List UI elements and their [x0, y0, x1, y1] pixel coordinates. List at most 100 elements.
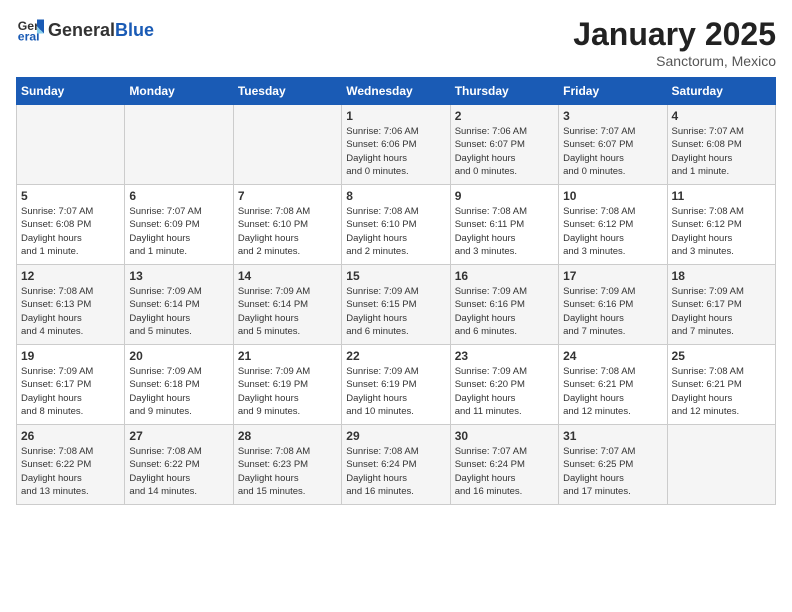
- calendar-week-2: 5Sunrise: 7:07 AMSunset: 6:08 PMDaylight…: [17, 185, 776, 265]
- day-info: Sunrise: 7:08 AMSunset: 6:21 PMDaylight …: [563, 365, 662, 418]
- day-info: Sunrise: 7:07 AMSunset: 6:07 PMDaylight …: [563, 125, 662, 178]
- calendar-cell: 2 Sunrise: 7:06 AMSunset: 6:07 PMDaylight…: [450, 105, 558, 185]
- calendar-cell: 3 Sunrise: 7:07 AMSunset: 6:07 PMDaylight…: [559, 105, 667, 185]
- calendar-cell: 26 Sunrise: 7:08 AMSunset: 6:22 PMDayligh…: [17, 425, 125, 505]
- day-info: Sunrise: 7:09 AMSunset: 6:16 PMDaylight …: [563, 285, 662, 338]
- day-number: 9: [455, 189, 554, 203]
- day-info: Sunrise: 7:08 AMSunset: 6:23 PMDaylight …: [238, 445, 337, 498]
- header-thursday: Thursday: [450, 78, 558, 105]
- day-info: Sunrise: 7:09 AMSunset: 6:17 PMDaylight …: [21, 365, 120, 418]
- calendar-week-1: 1Sunrise: 7:06 AMSunset: 6:06 PMDaylight…: [17, 105, 776, 185]
- calendar-cell: 16 Sunrise: 7:09 AMSunset: 6:16 PMDayligh…: [450, 265, 558, 345]
- calendar-week-3: 12 Sunrise: 7:08 AMSunset: 6:13 PMDayligh…: [17, 265, 776, 345]
- page-header: Gen eral GeneralBlue January 2025 Sancto…: [16, 16, 776, 69]
- calendar-title: January 2025: [573, 16, 776, 53]
- calendar-week-5: 26 Sunrise: 7:08 AMSunset: 6:22 PMDayligh…: [17, 425, 776, 505]
- day-number: 29: [346, 429, 445, 443]
- calendar-cell: 30Sunrise: 7:07 AMSunset: 6:24 PMDayligh…: [450, 425, 558, 505]
- day-info: Sunrise: 7:09 AMSunset: 6:17 PMDaylight …: [672, 285, 771, 338]
- day-number: 13: [129, 269, 228, 283]
- calendar-cell: 23 Sunrise: 7:09 AMSunset: 6:20 PMDayligh…: [450, 345, 558, 425]
- day-number: 4: [672, 109, 771, 123]
- day-number: 24: [563, 349, 662, 363]
- day-info: Sunrise: 7:09 AMSunset: 6:16 PMDaylight …: [455, 285, 554, 338]
- day-number: 25: [672, 349, 771, 363]
- day-info: Sunrise: 7:07 AMSunset: 6:09 PMDaylight …: [129, 205, 228, 258]
- day-number: 5: [21, 189, 120, 203]
- day-info: Sunrise: 7:09 AMSunset: 6:20 PMDaylight …: [455, 365, 554, 418]
- header-sunday: Sunday: [17, 78, 125, 105]
- calendar-cell: [233, 105, 341, 185]
- calendar-cell: 22 Sunrise: 7:09 AMSunset: 6:19 PMDayligh…: [342, 345, 450, 425]
- day-info: Sunrise: 7:08 AMSunset: 6:13 PMDaylight …: [21, 285, 120, 338]
- day-number: 17: [563, 269, 662, 283]
- day-number: 11: [672, 189, 771, 203]
- day-info: Sunrise: 7:09 AMSunset: 6:19 PMDaylight …: [346, 365, 445, 418]
- day-number: 18: [672, 269, 771, 283]
- header-friday: Friday: [559, 78, 667, 105]
- calendar-subtitle: Sanctorum, Mexico: [573, 53, 776, 69]
- day-number: 6: [129, 189, 228, 203]
- day-number: 15: [346, 269, 445, 283]
- day-number: 7: [238, 189, 337, 203]
- logo-text-blue: Blue: [115, 20, 154, 40]
- day-number: 16: [455, 269, 554, 283]
- day-number: 31: [563, 429, 662, 443]
- header-saturday: Saturday: [667, 78, 775, 105]
- day-number: 23: [455, 349, 554, 363]
- calendar-table: Sunday Monday Tuesday Wednesday Thursday…: [16, 77, 776, 505]
- day-info: Sunrise: 7:08 AMSunset: 6:22 PMDaylight …: [21, 445, 120, 498]
- calendar-cell: 21Sunrise: 7:09 AMSunset: 6:19 PMDayligh…: [233, 345, 341, 425]
- day-number: 26: [21, 429, 120, 443]
- calendar-cell: 28Sunrise: 7:08 AMSunset: 6:23 PMDayligh…: [233, 425, 341, 505]
- calendar-cell: 4 Sunrise: 7:07 AMSunset: 6:08 PMDaylight…: [667, 105, 775, 185]
- day-info: Sunrise: 7:08 AMSunset: 6:12 PMDaylight …: [672, 205, 771, 258]
- calendar-cell: 24 Sunrise: 7:08 AMSunset: 6:21 PMDayligh…: [559, 345, 667, 425]
- day-info: Sunrise: 7:08 AMSunset: 6:11 PMDaylight …: [455, 205, 554, 258]
- calendar-cell: 25Sunrise: 7:08 AMSunset: 6:21 PMDayligh…: [667, 345, 775, 425]
- day-info: Sunrise: 7:08 AMSunset: 6:22 PMDaylight …: [129, 445, 228, 498]
- day-number: 2: [455, 109, 554, 123]
- calendar-cell: 29Sunrise: 7:08 AMSunset: 6:24 PMDayligh…: [342, 425, 450, 505]
- title-block: January 2025 Sanctorum, Mexico: [573, 16, 776, 69]
- day-info: Sunrise: 7:09 AMSunset: 6:14 PMDaylight …: [238, 285, 337, 338]
- header-monday: Monday: [125, 78, 233, 105]
- day-number: 1: [346, 109, 445, 123]
- day-number: 14: [238, 269, 337, 283]
- day-number: 3: [563, 109, 662, 123]
- header-wednesday: Wednesday: [342, 78, 450, 105]
- calendar-cell: [667, 425, 775, 505]
- day-info: Sunrise: 7:08 AMSunset: 6:10 PMDaylight …: [238, 205, 337, 258]
- calendar-cell: 1Sunrise: 7:06 AMSunset: 6:06 PMDaylight…: [342, 105, 450, 185]
- calendar-cell: 31 Sunrise: 7:07 AMSunset: 6:25 PMDayligh…: [559, 425, 667, 505]
- calendar-cell: 8Sunrise: 7:08 AMSunset: 6:10 PMDaylight…: [342, 185, 450, 265]
- day-number: 10: [563, 189, 662, 203]
- day-info: Sunrise: 7:06 AMSunset: 6:07 PMDaylight …: [455, 125, 554, 178]
- day-info: Sunrise: 7:09 AMSunset: 6:19 PMDaylight …: [238, 365, 337, 418]
- day-info: Sunrise: 7:07 AMSunset: 6:08 PMDaylight …: [672, 125, 771, 178]
- day-info: Sunrise: 7:09 AMSunset: 6:18 PMDaylight …: [129, 365, 228, 418]
- calendar-cell: [125, 105, 233, 185]
- calendar-cell: 17 Sunrise: 7:09 AMSunset: 6:16 PMDayligh…: [559, 265, 667, 345]
- day-number: 22: [346, 349, 445, 363]
- day-info: Sunrise: 7:09 AMSunset: 6:14 PMDaylight …: [129, 285, 228, 338]
- day-info: Sunrise: 7:07 AMSunset: 6:24 PMDaylight …: [455, 445, 554, 498]
- calendar-cell: 13 Sunrise: 7:09 AMSunset: 6:14 PMDayligh…: [125, 265, 233, 345]
- calendar-cell: 27 Sunrise: 7:08 AMSunset: 6:22 PMDayligh…: [125, 425, 233, 505]
- day-info: Sunrise: 7:08 AMSunset: 6:12 PMDaylight …: [563, 205, 662, 258]
- calendar-week-4: 19Sunrise: 7:09 AMSunset: 6:17 PMDayligh…: [17, 345, 776, 425]
- day-info: Sunrise: 7:07 AMSunset: 6:25 PMDaylight …: [563, 445, 662, 498]
- header-tuesday: Tuesday: [233, 78, 341, 105]
- day-info: Sunrise: 7:09 AMSunset: 6:15 PMDaylight …: [346, 285, 445, 338]
- day-number: 27: [129, 429, 228, 443]
- logo-text-general: General: [48, 20, 115, 40]
- calendar-cell: 20Sunrise: 7:09 AMSunset: 6:18 PMDayligh…: [125, 345, 233, 425]
- days-header-row: Sunday Monday Tuesday Wednesday Thursday…: [17, 78, 776, 105]
- svg-text:eral: eral: [18, 30, 40, 44]
- calendar-cell: 11 Sunrise: 7:08 AMSunset: 6:12 PMDayligh…: [667, 185, 775, 265]
- calendar-cell: 14 Sunrise: 7:09 AMSunset: 6:14 PMDayligh…: [233, 265, 341, 345]
- calendar-cell: 5Sunrise: 7:07 AMSunset: 6:08 PMDaylight…: [17, 185, 125, 265]
- calendar-cell: 7 Sunrise: 7:08 AMSunset: 6:10 PMDaylight…: [233, 185, 341, 265]
- day-number: 12: [21, 269, 120, 283]
- logo: Gen eral GeneralBlue: [16, 16, 154, 44]
